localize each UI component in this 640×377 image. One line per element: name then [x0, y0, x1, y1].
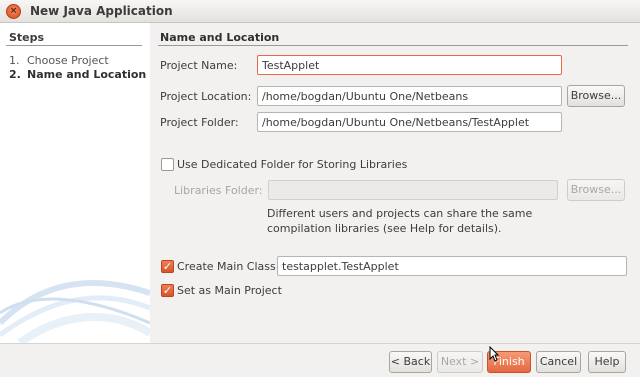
project-folder-input[interactable]: /home/bogdan/Ubuntu One/Netbeans/TestApp…: [257, 112, 562, 132]
back-button[interactable]: < Back: [389, 351, 432, 373]
section-heading: Name and Location: [160, 31, 280, 44]
project-location-input[interactable]: /home/bogdan/Ubuntu One/Netbeans: [257, 86, 562, 106]
mouse-cursor-icon: [489, 346, 499, 362]
help-button[interactable]: Help: [588, 351, 626, 373]
footer-divider: [0, 343, 640, 344]
set-main-project-checkbox[interactable]: ✓: [161, 284, 174, 297]
libraries-info-text: Different users and projects can share t…: [267, 207, 533, 235]
window-title: New Java Application: [30, 4, 173, 18]
dedicated-folder-label[interactable]: Use Dedicated Folder for Storing Librari…: [177, 158, 407, 171]
title-bar: × New Java Application: [0, 0, 640, 23]
create-main-class-checkbox[interactable]: ✓: [161, 260, 174, 273]
step-label: Choose Project: [27, 54, 109, 67]
step-number: 2.: [9, 68, 21, 81]
browse-location-button[interactable]: Browse...: [567, 85, 625, 107]
main-class-input[interactable]: testapplet.TestApplet: [277, 256, 627, 276]
browse-libraries-button: Browse...: [567, 179, 625, 201]
create-main-class-label[interactable]: Create Main Class: [177, 260, 276, 273]
step-label: Name and Location: [27, 68, 147, 81]
next-button: Next >: [437, 351, 483, 373]
dedicated-folder-checkbox[interactable]: [161, 158, 174, 171]
wizard-decoration-icon: [0, 280, 150, 343]
steps-heading: Steps: [9, 31, 45, 44]
step-number: 1.: [9, 54, 20, 67]
section-divider: [158, 45, 628, 46]
step-name-and-location: 2. Name and Location: [9, 68, 146, 81]
dialog-window: × New Java Application Steps 1. Choose Pr…: [0, 0, 640, 377]
close-icon[interactable]: ×: [6, 4, 21, 19]
steps-divider: [6, 45, 142, 46]
project-location-label: Project Location:: [160, 90, 252, 103]
libraries-folder-input: [268, 180, 558, 200]
steps-pane: Steps 1. Choose Project 2. Name and Locati…: [0, 23, 150, 343]
cancel-button[interactable]: Cancel: [536, 351, 581, 373]
project-name-label: Project Name:: [160, 59, 238, 72]
step-choose-project: 1. Choose Project: [9, 54, 109, 67]
set-main-project-label[interactable]: Set as Main Project: [177, 284, 282, 297]
libraries-folder-label: Libraries Folder:: [174, 184, 263, 197]
project-name-input[interactable]: TestApplet: [257, 55, 562, 75]
project-folder-label: Project Folder:: [160, 116, 239, 129]
